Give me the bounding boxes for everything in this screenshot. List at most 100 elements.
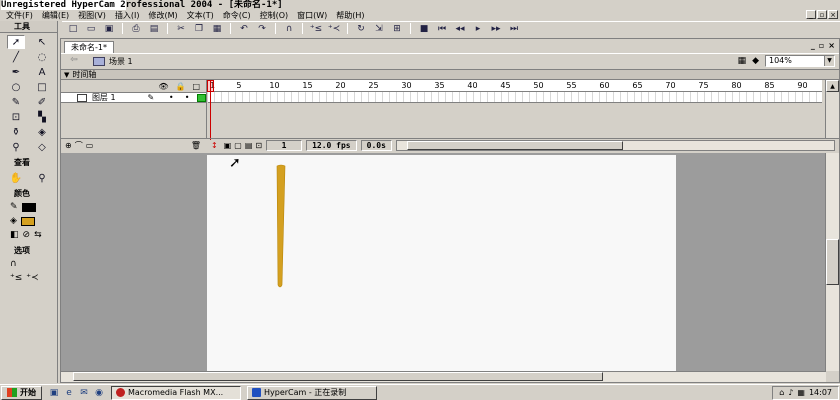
start-button[interactable]: 开始 [1, 385, 42, 400]
snap-magnet-icon[interactable]: ∩ [281, 23, 297, 35]
subselect-tool-icon[interactable]: ↖ [33, 35, 51, 49]
network-icon[interactable]: ⌂ [779, 388, 784, 397]
hand-tool-icon[interactable]: ✋ [7, 171, 25, 185]
center-frame-icon[interactable]: ↕ [211, 141, 218, 150]
option-straighten-icon[interactable]: ⁺≺ [26, 273, 38, 283]
play-icon[interactable]: ▸ [470, 23, 486, 35]
print-preview-icon[interactable]: ▤ [146, 23, 162, 35]
volume-icon[interactable]: ♪ [788, 388, 793, 397]
text-tool-icon[interactable]: A [33, 65, 51, 79]
align-icon[interactable]: ⊞ [389, 23, 405, 35]
frame-rate[interactable]: 12.0 fps [306, 139, 357, 151]
close-icon[interactable]: × [828, 10, 838, 19]
clock[interactable]: 14:07 [809, 388, 832, 397]
pencil-tool-icon[interactable]: ✎ [7, 95, 25, 109]
input-method-icon[interactable]: ▦ [797, 388, 805, 397]
save-icon[interactable]: ▣ [101, 23, 117, 35]
modify-onion-markers-icon[interactable]: ⊡ [255, 141, 262, 150]
print-icon[interactable]: ⎙ [128, 23, 144, 35]
media-player-icon[interactable]: ◉ [93, 387, 105, 399]
menu-insert[interactable]: 插入(I) [112, 10, 146, 21]
minimize-icon[interactable]: _ [806, 10, 816, 19]
outline-icon[interactable]: □ [192, 82, 200, 91]
scroll-up-icon[interactable]: ▲ [826, 80, 839, 92]
fill-color-swatch[interactable] [20, 216, 35, 226]
line-tool-icon[interactable]: ╱ [7, 50, 25, 64]
menu-control[interactable]: 控制(O) [257, 10, 295, 21]
zoom-tool-icon[interactable]: ⚲ [33, 171, 51, 185]
chevron-down-icon[interactable]: ▼ [824, 56, 834, 66]
eye-icon[interactable]: 👁 [158, 82, 168, 91]
eyedropper-tool-icon[interactable]: ⚲ [7, 140, 25, 154]
menu-text[interactable]: 文本(T) [184, 10, 220, 21]
document-tab[interactable]: 未命名-1* [64, 41, 114, 53]
scroll-thumb[interactable] [406, 140, 623, 150]
timeline-scrollbar[interactable]: ▲ [825, 80, 839, 138]
stop-icon[interactable]: ■ [416, 23, 432, 35]
brush-tool-icon[interactable]: ✐ [33, 95, 51, 109]
rewind-icon[interactable]: ⏮ [434, 23, 450, 35]
task-flash[interactable]: Macromedia Flash MX... [111, 385, 241, 400]
undo-icon[interactable]: ↶ [236, 23, 252, 35]
menu-window[interactable]: 窗口(W) [294, 10, 333, 21]
no-color-icon[interactable]: ⊘ [23, 230, 31, 240]
paint-bucket-tool-icon[interactable]: ◈ [33, 125, 51, 139]
show-desktop-icon[interactable]: ▣ [48, 387, 60, 399]
add-layer-icon[interactable]: ⊕ [65, 141, 72, 150]
lock-icon[interactable]: 🔒 [175, 82, 185, 91]
onion-skin-icon[interactable]: ▣ [224, 141, 232, 150]
internet-explorer-icon[interactable]: e [63, 387, 75, 399]
layer-row[interactable]: 图层 1 ✎ • • [61, 92, 206, 103]
eraser-tool-icon[interactable]: ◇ [33, 140, 51, 154]
step-back-icon[interactable]: ◂◂ [452, 23, 468, 35]
onion-outline-icon[interactable]: ▢ [234, 141, 242, 150]
pen-tool-icon[interactable]: ✒ [7, 65, 25, 79]
add-guide-icon[interactable]: ⌒ [75, 140, 83, 151]
work-area[interactable] [61, 153, 826, 371]
edit-symbols-icon[interactable]: ▦ [738, 56, 747, 66]
rotate-icon[interactable]: ↻ [353, 23, 369, 35]
arrow-tool-icon[interactable]: ➚ [7, 35, 25, 49]
timeline-header[interactable]: ▼ 时间轴 [61, 70, 839, 80]
task-hypercam[interactable]: HyperCam - 正在录制 [247, 385, 377, 400]
copy-icon[interactable]: ❐ [191, 23, 207, 35]
collapse-arrow-icon[interactable]: ▼ [64, 71, 69, 79]
visibility-dot-icon[interactable]: • [163, 93, 179, 102]
stroke-color-swatch[interactable] [21, 202, 36, 212]
stage-vscroll[interactable] [825, 153, 839, 371]
ink-bottle-tool-icon[interactable]: ⚱ [7, 125, 25, 139]
lasso-tool-icon[interactable]: ◌ [33, 50, 51, 64]
frame-ruler[interactable]: 1 5 10 15 20 25 30 35 40 45 50 55 60 65 70 75 80 85 90 [208, 80, 822, 92]
go-to-end-icon[interactable]: ⏭ [506, 23, 522, 35]
scale-icon[interactable]: ⇲ [371, 23, 387, 35]
lock-dot-icon[interactable]: • [179, 93, 195, 102]
paste-icon[interactable]: ▦ [209, 23, 225, 35]
trash-icon[interactable]: 🗑 [191, 141, 201, 150]
edit-multiple-frames-icon[interactable]: ▤ [245, 141, 253, 150]
fill-transform-tool-icon[interactable]: ▚ [33, 110, 51, 124]
oval-tool-icon[interactable]: ○ [7, 80, 25, 94]
timeline-hscroll[interactable] [395, 139, 835, 151]
cut-icon[interactable]: ✂ [173, 23, 189, 35]
restore-icon[interactable]: ▫ [817, 10, 827, 19]
drawn-stroke[interactable] [276, 164, 286, 288]
new-file-icon[interactable]: □ [65, 23, 81, 35]
scroll-thumb[interactable] [73, 372, 603, 381]
menu-help[interactable]: 帮助(H) [333, 10, 370, 21]
outline-color-icon[interactable] [197, 93, 206, 102]
doc-minimize-icon[interactable]: _ [811, 41, 815, 50]
stage-hscroll[interactable] [61, 371, 826, 382]
menu-commands[interactable]: 命令(C) [220, 10, 257, 21]
straighten-icon[interactable]: ⁺≺ [326, 23, 342, 35]
zoom-select[interactable]: 104% ▼ [765, 55, 835, 67]
smooth-icon[interactable]: ⁺≤ [308, 23, 324, 35]
back-arrow-icon[interactable]: ⇦ [65, 55, 83, 68]
swap-colors-icon[interactable]: ⇆ [34, 230, 42, 240]
step-forward-icon[interactable]: ▸▸ [488, 23, 504, 35]
menu-edit[interactable]: 编辑(E) [39, 10, 75, 21]
menu-view[interactable]: 视图(V) [75, 10, 112, 21]
free-transform-tool-icon[interactable]: ⊡ [7, 110, 25, 124]
scene-breadcrumb[interactable]: 场景 1 [93, 56, 133, 67]
scroll-thumb[interactable] [826, 239, 839, 285]
doc-close-icon[interactable]: × [828, 41, 835, 50]
